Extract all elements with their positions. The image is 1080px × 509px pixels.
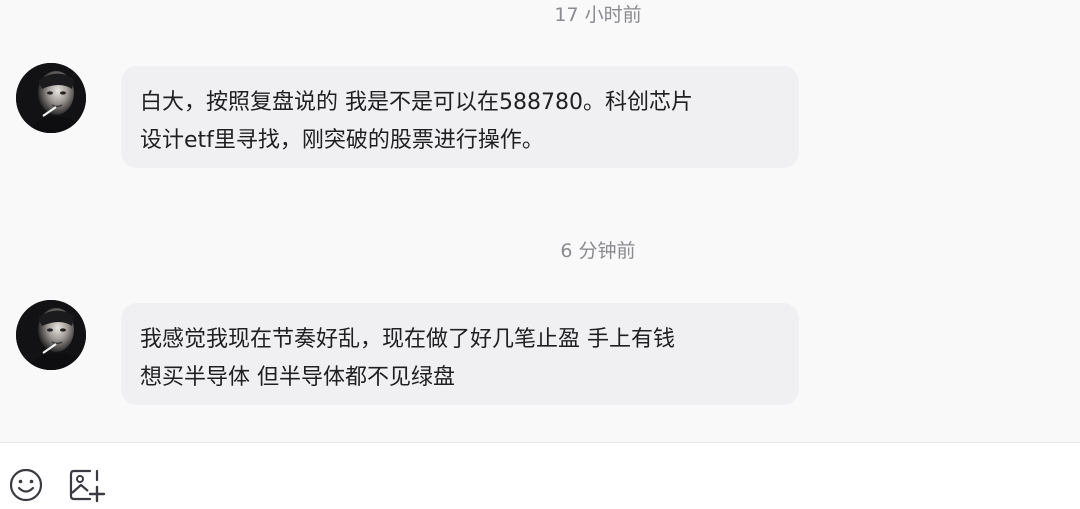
message-timestamp: 6 分钟前: [560, 240, 636, 262]
add-image-button[interactable]: [66, 465, 106, 505]
emoji-icon: [9, 468, 43, 502]
message-text-line: 想买半导体 但半导体都不见绿盘: [140, 365, 455, 390]
sender-avatar[interactable]: [16, 300, 86, 370]
avatar-icon: [16, 63, 86, 133]
message-bubble[interactable]: 我感觉我现在节奏好乱，现在做了好几笔止盈 手上有钱 想买半导体 但半导体都不见绿…: [121, 303, 799, 405]
message-text-line: 设计etf里寻找，刚突破的股票进行操作。: [140, 128, 544, 153]
input-toolbar: [0, 443, 1080, 503]
message-bubble[interactable]: 白大，按照复盘说的 我是不是可以在588780。科创芯片 设计etf里寻找，刚突…: [121, 66, 799, 168]
message-text-line: 我感觉我现在节奏好乱，现在做了好几笔止盈 手上有钱: [140, 327, 675, 352]
avatar-icon: [16, 300, 86, 370]
image-add-icon: [69, 469, 106, 503]
emoji-button[interactable]: [6, 465, 46, 505]
chat-message-area: 17 小时前 白大，按照复盘说的 我是不是可以在588780。科创芯片 设计et…: [0, 0, 1080, 442]
message-timestamp: 17 小时前: [554, 4, 642, 26]
message-text-line: 白大，按照复盘说的 我是不是可以在588780。科创芯片: [140, 90, 693, 115]
sender-avatar[interactable]: [16, 63, 86, 133]
